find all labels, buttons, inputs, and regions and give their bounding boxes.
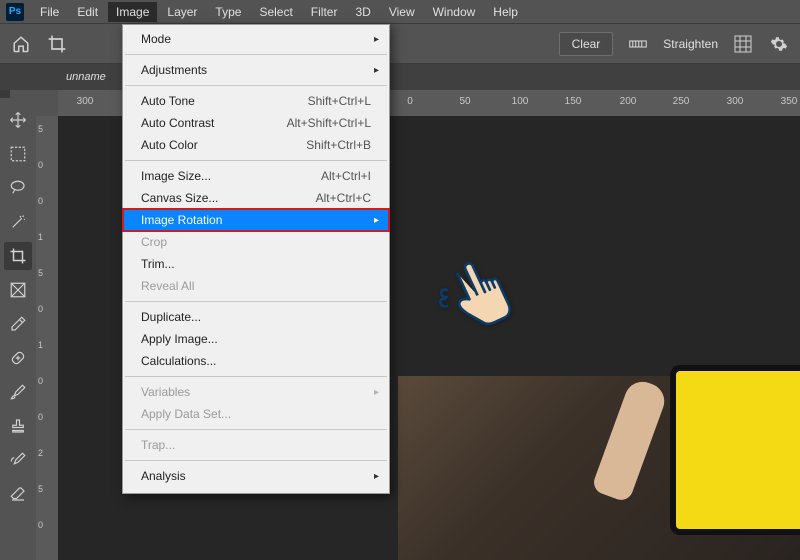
menu-item-image-rotation[interactable]: Image Rotation	[123, 209, 389, 231]
move-tool[interactable]	[4, 106, 32, 134]
panel-handle[interactable]	[0, 90, 10, 98]
app-logo: Ps	[6, 3, 24, 21]
menu-help[interactable]: Help	[485, 2, 526, 22]
menu-item-variables: Variables	[123, 381, 389, 403]
ruler-tick: 100	[512, 96, 529, 107]
ruler-tick: 0	[38, 196, 43, 206]
options-bar: Clear Straighten	[0, 24, 800, 64]
ruler-tick: 0	[38, 520, 43, 530]
ruler-tick: 50	[459, 96, 470, 107]
menu-file[interactable]: File	[32, 2, 67, 22]
straighten-label: Straighten	[663, 37, 718, 51]
menu-separator	[125, 54, 387, 55]
heal-tool[interactable]	[4, 344, 32, 372]
menu-item-trap: Trap...	[123, 434, 389, 456]
menu-image[interactable]: Image	[108, 2, 157, 22]
ruler-tick: 300	[77, 96, 94, 107]
menu-item-duplicate[interactable]: Duplicate...	[123, 306, 389, 328]
history-brush-tool[interactable]	[4, 446, 32, 474]
crop-preset-icon[interactable]	[46, 33, 68, 55]
menu-item-analysis[interactable]: Analysis	[123, 465, 389, 487]
gear-icon[interactable]	[768, 33, 790, 55]
ruler-tick: 5	[38, 268, 43, 278]
menu-item-crop: Crop	[123, 231, 389, 253]
menu-filter[interactable]: Filter	[303, 2, 346, 22]
ruler-tick: 200	[620, 96, 637, 107]
ruler-tick: 0	[407, 96, 413, 107]
menu-window[interactable]: Window	[425, 2, 484, 22]
lasso-tool[interactable]	[4, 174, 32, 202]
menu-item-reveal-all: Reveal All	[123, 275, 389, 297]
menu-item-auto-color[interactable]: Auto ColorShift+Ctrl+B	[123, 134, 389, 156]
eyedropper-tool[interactable]	[4, 310, 32, 338]
menu-item-calculations[interactable]: Calculations...	[123, 350, 389, 372]
image-content	[670, 365, 800, 535]
menu-separator	[125, 85, 387, 86]
ruler-tick: 0	[38, 160, 43, 170]
menu-item-auto-contrast[interactable]: Auto ContrastAlt+Shift+Ctrl+L	[123, 112, 389, 134]
brush-tool[interactable]	[4, 378, 32, 406]
crop-tool[interactable]	[4, 242, 32, 270]
ruler-tick: 0	[38, 376, 43, 386]
menu-edit[interactable]: Edit	[69, 2, 106, 22]
tutorial-pointer-icon	[430, 250, 520, 343]
ruler-tick: 0	[38, 304, 43, 314]
ruler-tick: 1	[38, 340, 43, 350]
image-menu-dropdown: ModeAdjustmentsAuto ToneShift+Ctrl+LAuto…	[122, 24, 390, 494]
image-content	[591, 377, 670, 503]
menu-item-apply-data-set: Apply Data Set...	[123, 403, 389, 425]
frame-tool[interactable]	[4, 276, 32, 304]
menu-select[interactable]: Select	[251, 2, 300, 22]
ruler-tick: 1	[38, 232, 43, 242]
marquee-tool[interactable]	[4, 140, 32, 168]
document-tab[interactable]: unname	[56, 67, 116, 87]
menu-item-mode[interactable]: Mode	[123, 28, 389, 50]
ruler-tick: 150	[565, 96, 582, 107]
grid-overlay-icon[interactable]	[732, 33, 754, 55]
eraser-tool[interactable]	[4, 480, 32, 508]
menu-item-image-size[interactable]: Image Size...Alt+Ctrl+I	[123, 165, 389, 187]
ruler-tick: 250	[673, 96, 690, 107]
menu-separator	[125, 376, 387, 377]
ruler-tick: 300	[727, 96, 744, 107]
menu-type[interactable]: Type	[207, 2, 249, 22]
clear-button[interactable]: Clear	[559, 32, 614, 56]
menu-item-adjustments[interactable]: Adjustments	[123, 59, 389, 81]
ruler-tick: 2	[38, 448, 43, 458]
ruler-tick: 5	[38, 124, 43, 134]
menu-view[interactable]: View	[381, 2, 423, 22]
straighten-icon[interactable]	[627, 33, 649, 55]
menu-3d[interactable]: 3D	[347, 2, 378, 22]
menu-layer[interactable]: Layer	[159, 2, 205, 22]
document-image	[398, 376, 800, 560]
menu-separator	[125, 460, 387, 461]
menu-separator	[125, 160, 387, 161]
menu-separator	[125, 429, 387, 430]
home-icon[interactable]	[10, 33, 32, 55]
wand-tool[interactable]	[4, 208, 32, 236]
ruler-tick: 0	[38, 412, 43, 422]
menu-item-apply-image[interactable]: Apply Image...	[123, 328, 389, 350]
ruler-vertical[interactable]: 5 0 0 1 5 0 1 0 0 2 5 0	[36, 116, 58, 560]
stamp-tool[interactable]	[4, 412, 32, 440]
menu-separator	[125, 301, 387, 302]
ruler-tick: 5	[38, 484, 43, 494]
menubar: Ps FileEditImageLayerTypeSelectFilter3DV…	[0, 0, 800, 24]
menu-item-canvas-size[interactable]: Canvas Size...Alt+Ctrl+C	[123, 187, 389, 209]
menu-item-trim[interactable]: Trim...	[123, 253, 389, 275]
ruler-tick: 350	[781, 96, 798, 107]
menu-item-auto-tone[interactable]: Auto ToneShift+Ctrl+L	[123, 90, 389, 112]
tools-panel	[0, 100, 36, 560]
document-tabbar: unname	[0, 64, 800, 90]
